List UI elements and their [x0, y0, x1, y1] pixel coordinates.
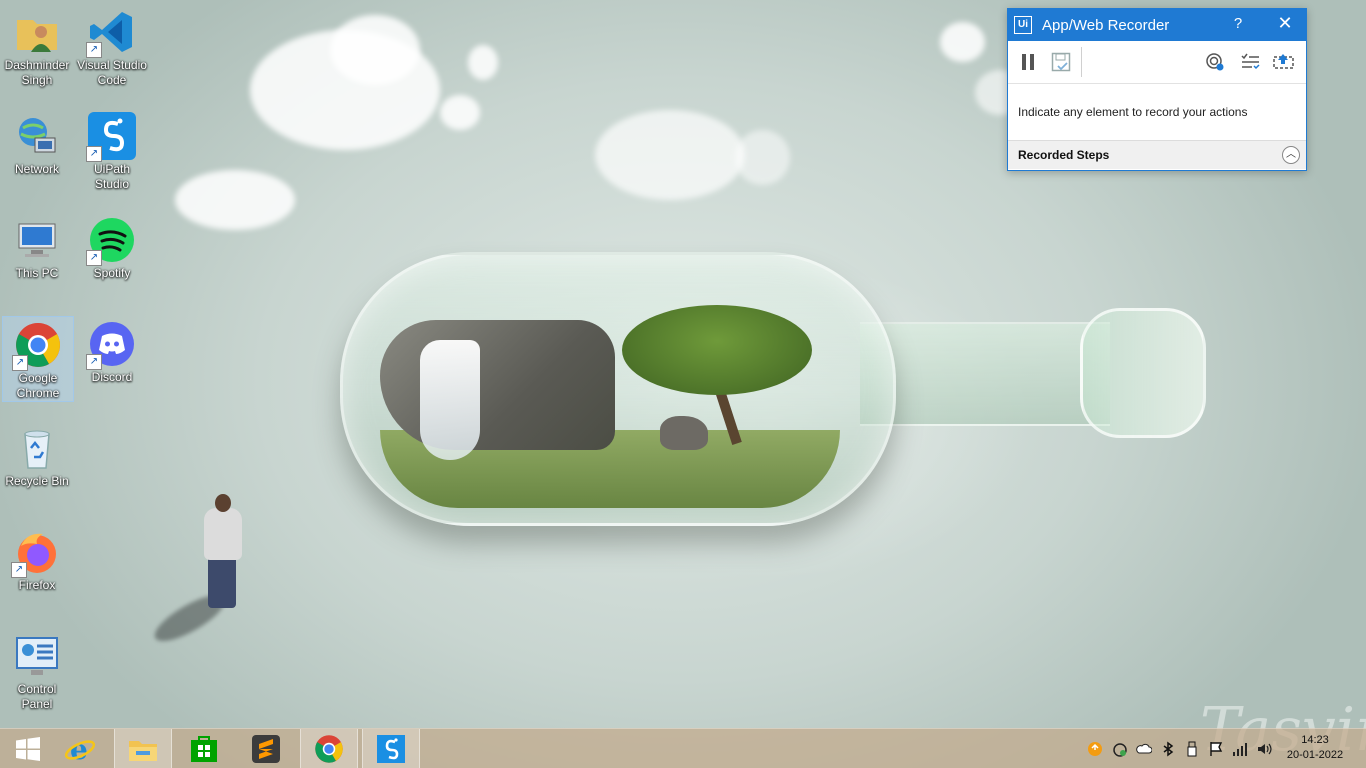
svg-text:e: e: [70, 733, 88, 765]
pause-icon: [1022, 54, 1034, 70]
desktop-icon-visual-studio-code[interactable]: ↗ Visual Studio Code: [77, 4, 147, 88]
recorder-titlebar[interactable]: Ui App/Web Recorder ? ✕: [1008, 9, 1306, 41]
shortcut-arrow-icon: ↗: [86, 42, 102, 58]
sublime-text-icon: [252, 735, 280, 763]
taskbar-sublime-text[interactable]: [238, 729, 294, 768]
chrome-icon: [315, 735, 343, 763]
update-icon[interactable]: [1087, 741, 1103, 757]
desktop-icon-uipath-studio[interactable]: ↗ UiPath Studio: [77, 108, 147, 192]
screen-select-icon: [1273, 54, 1294, 69]
file-explorer-icon: [129, 741, 157, 761]
desktop-icon-dashminder-singh[interactable]: Dashminder Singh: [2, 4, 72, 88]
save-icon: [1051, 52, 1071, 72]
store-icon: [191, 736, 217, 762]
desktop-icon-firefox[interactable]: ↗ Firefox: [2, 524, 72, 593]
toolbar-separator: [1081, 47, 1082, 77]
shortcut-arrow-icon: ↗: [12, 355, 28, 371]
shortcut-arrow-icon: ↗: [86, 250, 102, 266]
desktop-icon-control-panel[interactable]: Control Panel: [2, 628, 72, 712]
clock-date: 20-01-2022: [1286, 749, 1344, 761]
recorded-steps-label: Recorded Steps: [1018, 148, 1110, 162]
start-button[interactable]: [0, 729, 56, 768]
desktop-icon-discord[interactable]: ↗ Discord: [77, 316, 147, 385]
desktop-icon-this-pc[interactable]: This PC: [2, 212, 72, 281]
recorder-window[interactable]: Ui App/Web Recorder ? ✕ Indicate any ele…: [1007, 8, 1307, 171]
shortcut-arrow-icon: ↗: [86, 354, 102, 370]
target-settings-button[interactable]: [1203, 50, 1227, 74]
internet-explorer-icon: e: [64, 733, 96, 765]
collapse-chevron-icon[interactable]: ︿: [1282, 146, 1300, 164]
windows-start-icon: [16, 737, 40, 761]
taskbar-store[interactable]: [176, 729, 232, 768]
close-button[interactable]: ✕: [1276, 13, 1294, 34]
flag-icon[interactable]: [1208, 741, 1224, 757]
taskbar-internet-explorer[interactable]: e: [52, 729, 108, 768]
volume-icon[interactable]: [1256, 741, 1272, 757]
desktop-icon-recycle-bin[interactable]: Recycle Bin: [2, 420, 72, 489]
save-button[interactable]: [1049, 50, 1073, 74]
options-button[interactable]: [1238, 50, 1262, 74]
desktop-icon-google-chrome[interactable]: ↗ Google Chrome: [2, 316, 74, 402]
desktop-icon-spotify[interactable]: ↗ Spotify: [77, 212, 147, 281]
target-icon: [1206, 53, 1224, 71]
this-pc-icon: [13, 216, 61, 264]
taskbar: e 14:23 20-01-2022: [0, 728, 1366, 768]
bluetooth-icon[interactable]: [1160, 741, 1176, 757]
signal-icon[interactable]: [1232, 741, 1248, 757]
uipath-logo-icon: Ui: [1014, 16, 1032, 34]
shortcut-arrow-icon: ↗: [11, 562, 27, 578]
firefox-icon: ↗: [11, 528, 61, 578]
spotify-icon: ↗: [86, 216, 136, 266]
shortcut-arrow-icon: ↗: [86, 146, 102, 162]
onedrive-icon[interactable]: [1136, 741, 1153, 757]
chrome-icon: ↗: [12, 321, 62, 371]
desktop[interactable]: Tasvir Dashminder Singh ↗ Visual Studio …: [0, 0, 1366, 768]
user-folder-icon: [13, 8, 61, 56]
help-button[interactable]: ?: [1230, 15, 1246, 32]
uipath-studio-icon: ↗: [86, 112, 136, 162]
taskbar-uipath[interactable]: [362, 729, 420, 768]
control-panel-icon: [13, 632, 61, 680]
recorder-instruction: Indicate any element to record your acti…: [1018, 105, 1248, 119]
vscode-icon: ↗: [86, 8, 136, 58]
pause-button[interactable]: [1016, 50, 1040, 74]
screen-selection-button[interactable]: [1272, 50, 1296, 74]
list-options-icon: [1241, 53, 1260, 70]
recorder-toolbar: [1008, 41, 1306, 84]
system-clock[interactable]: 14:23 20-01-2022: [1283, 733, 1347, 763]
recorded-steps-header[interactable]: Recorded Steps ︿: [1008, 140, 1306, 169]
network-icon: [13, 112, 61, 160]
discord-icon: ↗: [86, 320, 136, 370]
recycle-bin-icon: [13, 424, 61, 472]
taskbar-file-explorer[interactable]: [114, 729, 172, 768]
recorder-title: App/Web Recorder: [1042, 16, 1170, 34]
uipath-icon: [377, 735, 405, 763]
clock-time: 14:23: [1301, 734, 1329, 746]
desktop-icon-network[interactable]: Network: [2, 108, 72, 177]
usb-icon[interactable]: [1184, 741, 1200, 757]
taskbar-chrome[interactable]: [300, 729, 358, 768]
security-icon[interactable]: [1112, 741, 1128, 757]
